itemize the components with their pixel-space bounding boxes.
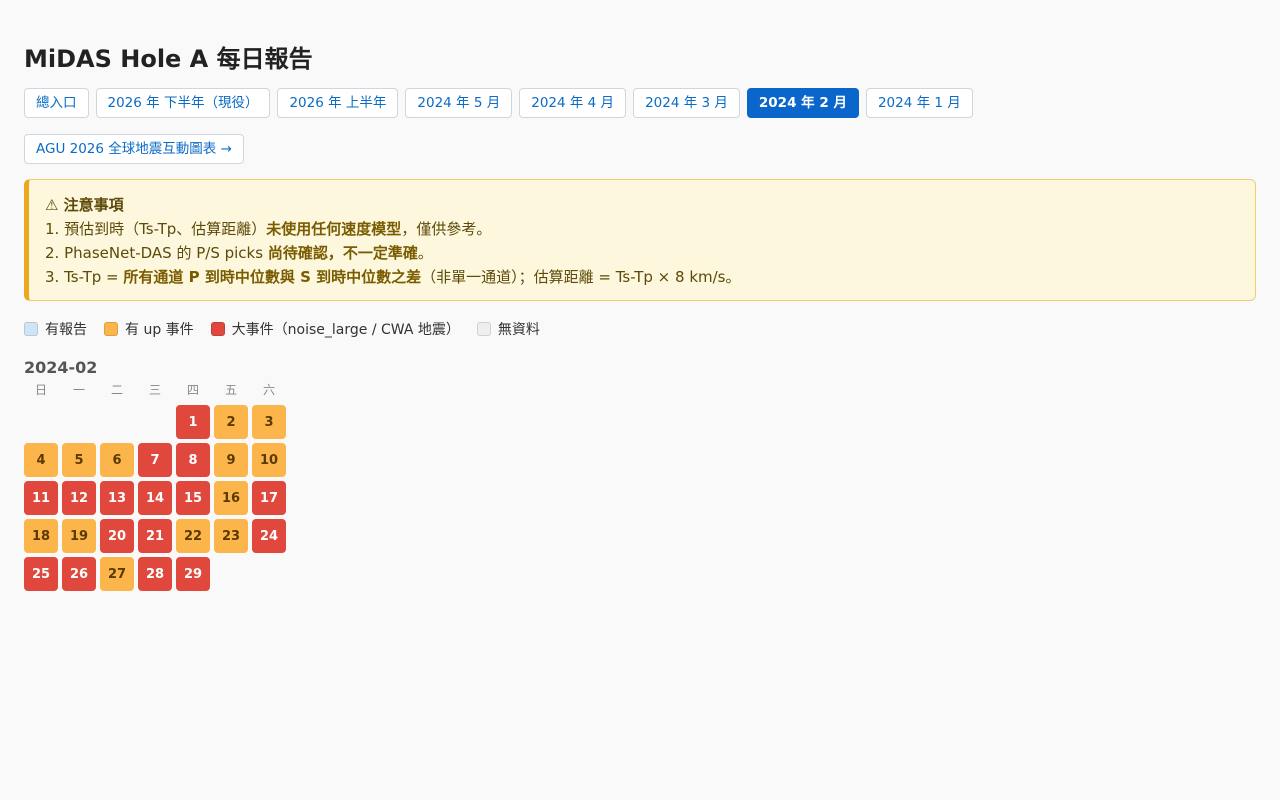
calendar-day[interactable]: 7 <box>138 443 172 477</box>
legend-item: 無資料 <box>476 319 540 339</box>
nav-link-7[interactable]: 2024 年 1 月 <box>865 88 973 118</box>
calendar-day[interactable]: 15 <box>176 481 210 515</box>
calendar-day[interactable]: 11 <box>24 481 58 515</box>
report-page: MiDAS Hole A 每日報告 總入口 2026 年 下半年（現役） 2026 … <box>0 0 1280 800</box>
nav-link-3[interactable]: 2024 年 5 月 <box>405 88 513 118</box>
notice-item-text: （非單一通道）；估算距離 = Ts-Tp × 8 km/s。 <box>421 268 741 286</box>
weekday-label: 三 <box>148 383 161 397</box>
notice-item-emphasis: 未使用任何速度模型 <box>266 220 402 238</box>
notice-box: ⚠ 注意事項 1. 預估到時（Ts-Tp、估算距離）未使用任何速度模型，僅供參考… <box>24 179 1256 301</box>
legend-item: 有報告 <box>24 319 87 339</box>
calendar-day[interactable]: 28 <box>138 557 172 591</box>
legend-label: 有 up 事件 <box>125 322 194 338</box>
calendar-blank <box>62 405 96 439</box>
weekday-label: 日 <box>34 383 47 397</box>
calendar-day[interactable]: 18 <box>24 519 58 553</box>
weekday-label: 二 <box>110 383 123 397</box>
notice-item-text: 。 <box>417 244 433 262</box>
notice-item: 2. PhaseNet-DAS 的 P/S picks 尚待確認，不一定準確。 <box>45 241 1239 265</box>
calendar-day[interactable]: 29 <box>176 557 210 591</box>
notice-item-text: 1. 預估到時（Ts-Tp、估算距離） <box>45 220 267 238</box>
month-nav: 總入口 2026 年 下半年（現役） 2026 年 上半年 2024 年 5 月 202… <box>24 88 973 118</box>
calendar-day[interactable]: 4 <box>24 443 58 477</box>
calendar-day[interactable]: 25 <box>24 557 58 591</box>
notice-item: 3. Ts-Tp = 所有通道 P 到時中位數與 S 到時中位數之差（非單一通道… <box>45 265 1239 289</box>
legend-label: 大事件（noise_large / CWA 地震） <box>231 322 460 338</box>
legend-swatch <box>24 322 38 336</box>
nav-link-1[interactable]: 2026 年 下半年（現役） <box>95 88 271 118</box>
legend-swatch <box>104 322 118 336</box>
legend: 有報告 有 up 事件 大事件（noise_large / CWA 地震） 無資料 <box>24 319 557 339</box>
calendar-day[interactable]: 1 <box>176 405 210 439</box>
calendar-day[interactable]: 12 <box>62 481 96 515</box>
calendar-day[interactable]: 16 <box>214 481 248 515</box>
calendar-blank <box>24 405 58 439</box>
legend-item: 有 up 事件 <box>104 319 194 339</box>
nav-link-2[interactable]: 2026 年 上半年 <box>277 88 399 118</box>
calendar-day[interactable]: 23 <box>214 519 248 553</box>
calendar-day[interactable]: 17 <box>252 481 286 515</box>
calendar-day[interactable]: 8 <box>176 443 210 477</box>
calendar-day[interactable]: 21 <box>138 519 172 553</box>
calendar-day[interactable]: 20 <box>100 519 134 553</box>
nav-link-6[interactable]: 2024 年 2 月 <box>746 88 859 118</box>
calendar-blank <box>100 405 134 439</box>
notice-item-text: 3. Ts-Tp = <box>45 268 124 286</box>
notice-item-text: ，僅供參考。 <box>401 220 492 238</box>
notice-list: 1. 預估到時（Ts-Tp、估算距離）未使用任何速度模型，僅供參考。 2. Pha… <box>45 217 1239 289</box>
legend-label: 無資料 <box>497 322 540 338</box>
legend-swatch <box>210 322 225 336</box>
legend-swatch <box>476 322 491 336</box>
calendar-day[interactable]: 24 <box>252 519 286 553</box>
legend-label: 有報告 <box>45 322 87 338</box>
agu-chart-link[interactable]: AGU 2026 全球地震互動圖表 → <box>24 134 244 164</box>
calendar-month-title: 2024-02 <box>24 358 98 377</box>
calendar-grid: 1 2 3 4 5 6 7 8 9 10 11 12 13 14 15 16 17 18 19 20 21 22 23 24 2… <box>24 405 286 591</box>
calendar-day[interactable]: 13 <box>100 481 134 515</box>
weekday-label: 一 <box>72 383 85 397</box>
notice-item-text: 2. PhaseNet-DAS 的 P/S picks <box>45 244 268 262</box>
notice-item-emphasis: 所有通道 P 到時中位數與 S 到時中位數之差 <box>123 268 422 286</box>
calendar-day[interactable]: 19 <box>62 519 96 553</box>
nav-link-5[interactable]: 2024 年 3 月 <box>633 88 740 118</box>
calendar-day[interactable]: 26 <box>62 557 96 591</box>
notice-item: 1. 預估到時（Ts-Tp、估算距離）未使用任何速度模型，僅供參考。 <box>45 217 1239 241</box>
calendar-weekday-header: 日一二三四五六 <box>24 382 286 398</box>
notice-item-emphasis: 尚待確認，不一定準確 <box>267 244 418 262</box>
notice-title: ⚠ 注意事項 <box>45 196 124 214</box>
calendar-day[interactable]: 9 <box>214 443 248 477</box>
weekday-label: 五 <box>224 383 237 397</box>
nav-link-4[interactable]: 2024 年 4 月 <box>519 88 627 118</box>
page-title: MiDAS Hole A 每日報告 <box>24 45 313 73</box>
calendar-day[interactable]: 27 <box>100 557 134 591</box>
calendar-blank <box>138 405 172 439</box>
calendar-day[interactable]: 22 <box>176 519 210 553</box>
calendar-day[interactable]: 14 <box>138 481 172 515</box>
weekday-label: 六 <box>262 383 275 397</box>
legend-item: 大事件（noise_large / CWA 地震） <box>210 319 460 339</box>
calendar-day[interactable]: 6 <box>100 443 134 477</box>
calendar-day[interactable]: 10 <box>252 443 286 477</box>
nav-link-0[interactable]: 總入口 <box>24 88 89 118</box>
calendar-day[interactable]: 5 <box>62 443 96 477</box>
weekday-label: 四 <box>186 383 199 397</box>
calendar-day[interactable]: 3 <box>252 405 286 439</box>
secondary-nav: AGU 2026 全球地震互動圖表 → <box>24 134 244 164</box>
calendar-day[interactable]: 2 <box>214 405 248 439</box>
